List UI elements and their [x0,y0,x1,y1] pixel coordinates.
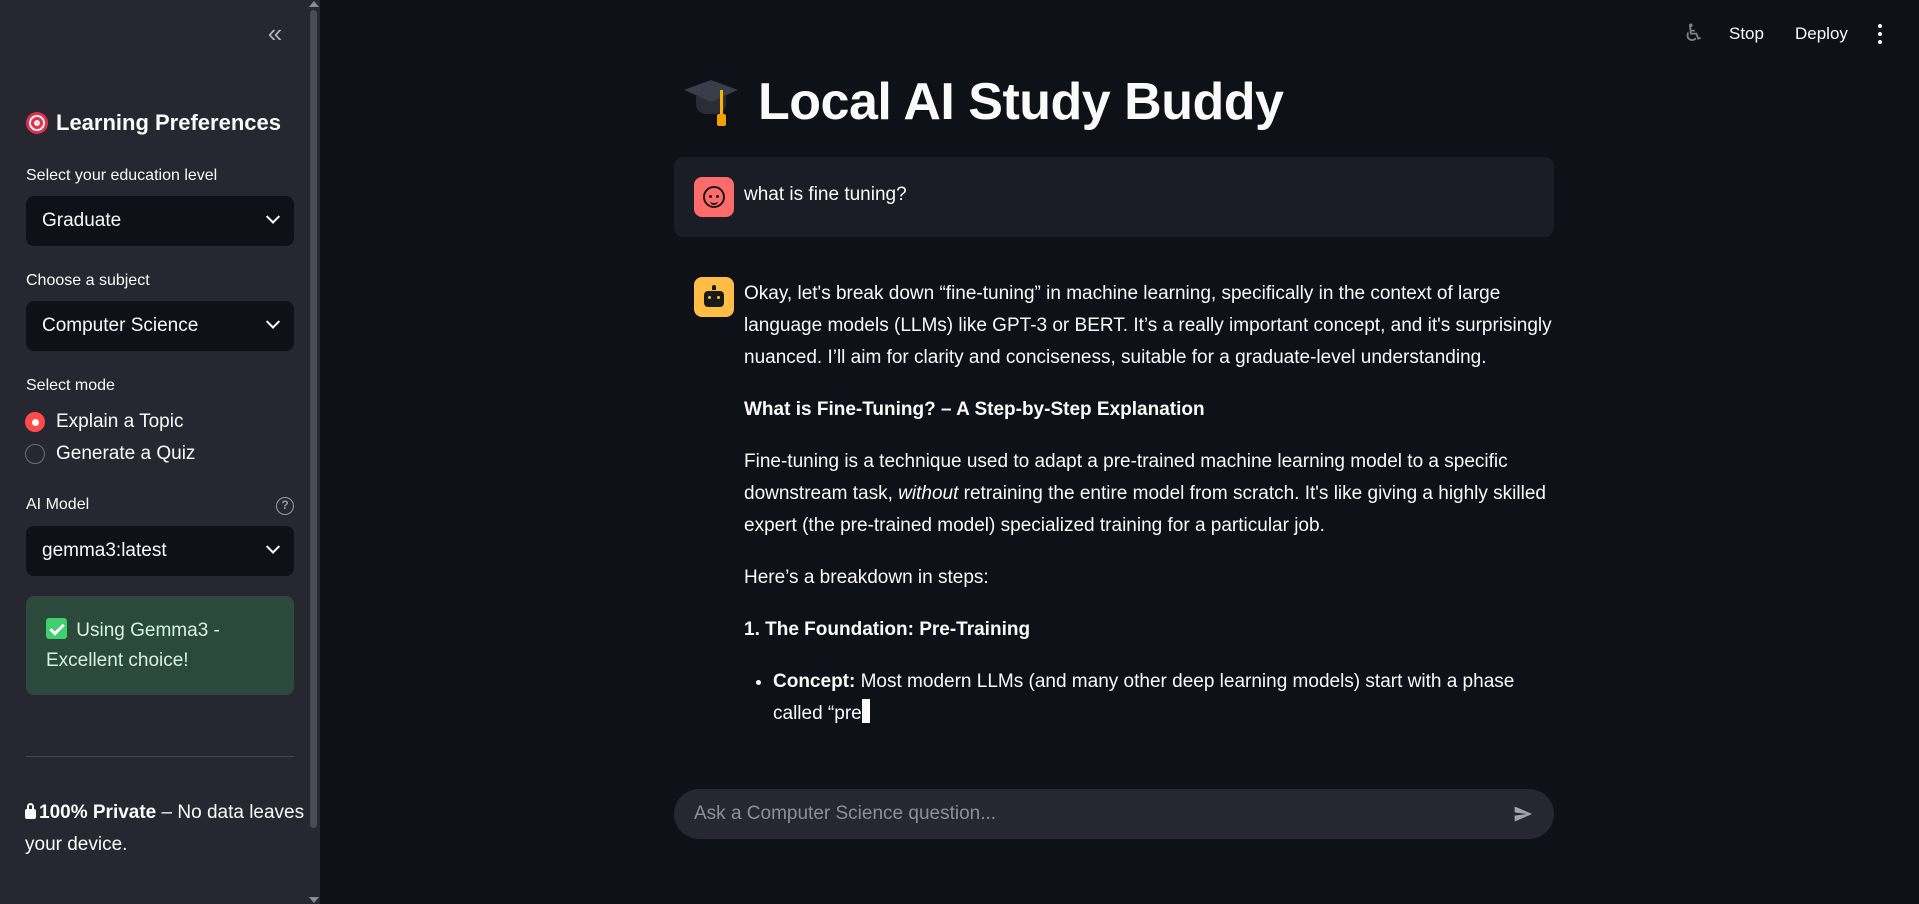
radio-selected-icon[interactable] [25,412,45,432]
mode-option-explain[interactable]: Explain a Topic [25,411,183,433]
more-menu-icon[interactable] [1877,24,1883,44]
model-status-text: Using Gemma3 - Excellent choice! [46,620,220,671]
accessibility-icon[interactable]: ♿ [1683,22,1707,46]
education-level-label: Select your education level [26,167,218,184]
chat-input-field[interactable] [694,803,1512,825]
lock-icon [25,803,36,819]
subject-value: Computer Science [42,315,199,336]
sidebar-title: Learning Preferences [26,110,281,136]
target-icon [26,112,48,134]
sidebar-title-text: Learning Preferences [56,110,281,135]
deploy-button[interactable]: Deploy [1795,24,1848,44]
graduation-cap-icon [682,76,740,128]
model-status-alert: Using Gemma3 - Excellent choice! [26,596,294,695]
assistant-heading: What is Fine-Tuning? – A Step-by-Step Ex… [744,399,1205,420]
stop-button[interactable]: Stop [1729,24,1764,44]
ai-model-value: gemma3:latest [42,540,167,561]
ai-model-label: AI Model [26,496,90,513]
scrollbar-thumb[interactable] [310,10,317,828]
subject-select[interactable]: Computer Science [26,301,294,351]
education-level-select[interactable]: Graduate [26,196,294,246]
checkmark-icon [46,618,67,639]
user-avatar-icon [694,177,734,217]
radio-unselected-icon[interactable] [25,444,45,464]
assistant-message: Okay, let's break down “fine-tuning” in … [744,278,1554,750]
sidebar-divider [26,756,294,757]
page-title: Local AI Study Buddy [682,72,1284,132]
streaming-cursor [861,699,870,723]
assistant-list: Concept: Most modern LLMs (and many othe… [773,666,1554,730]
chevron-down-icon [265,209,281,224]
privacy-note: 100% Private – No data leaves your devic… [25,797,305,861]
mode-option-quiz[interactable]: Generate a Quiz [25,443,195,465]
collapse-sidebar-icon[interactable]: « [262,20,288,46]
assistant-paragraph: Fine-tuning is a technique used to adapt… [744,451,1546,536]
subject-label: Choose a subject [26,272,150,289]
scroll-up-icon[interactable] [309,1,319,7]
chat-input[interactable] [674,789,1554,839]
mode-option-label: Explain a Topic [56,411,184,432]
ai-model-select[interactable]: gemma3:latest [26,526,294,576]
help-icon[interactable]: ? [276,497,294,515]
mode-label: Select mode [26,377,115,394]
education-level-value: Graduate [42,210,122,231]
user-message-text: what is fine tuning? [744,184,907,205]
chevron-down-icon [265,539,281,554]
send-icon[interactable] [1512,804,1534,824]
assistant-heading: 1. The Foundation: Pre-Training [744,619,1031,640]
privacy-bold: 100% Private [39,802,157,823]
chevron-down-icon [265,314,281,329]
assistant-paragraph: Okay, let's break down “fine-tuning” in … [744,283,1552,368]
assistant-paragraph: Here’s a breakdown in steps: [744,567,989,588]
assistant-avatar-icon [694,277,734,317]
list-item: Concept: Most modern LLMs (and many othe… [773,666,1554,730]
scroll-down-icon[interactable] [309,897,319,903]
page-title-text: Local AI Study Buddy [758,73,1284,131]
mode-option-label: Generate a Quiz [56,443,196,464]
